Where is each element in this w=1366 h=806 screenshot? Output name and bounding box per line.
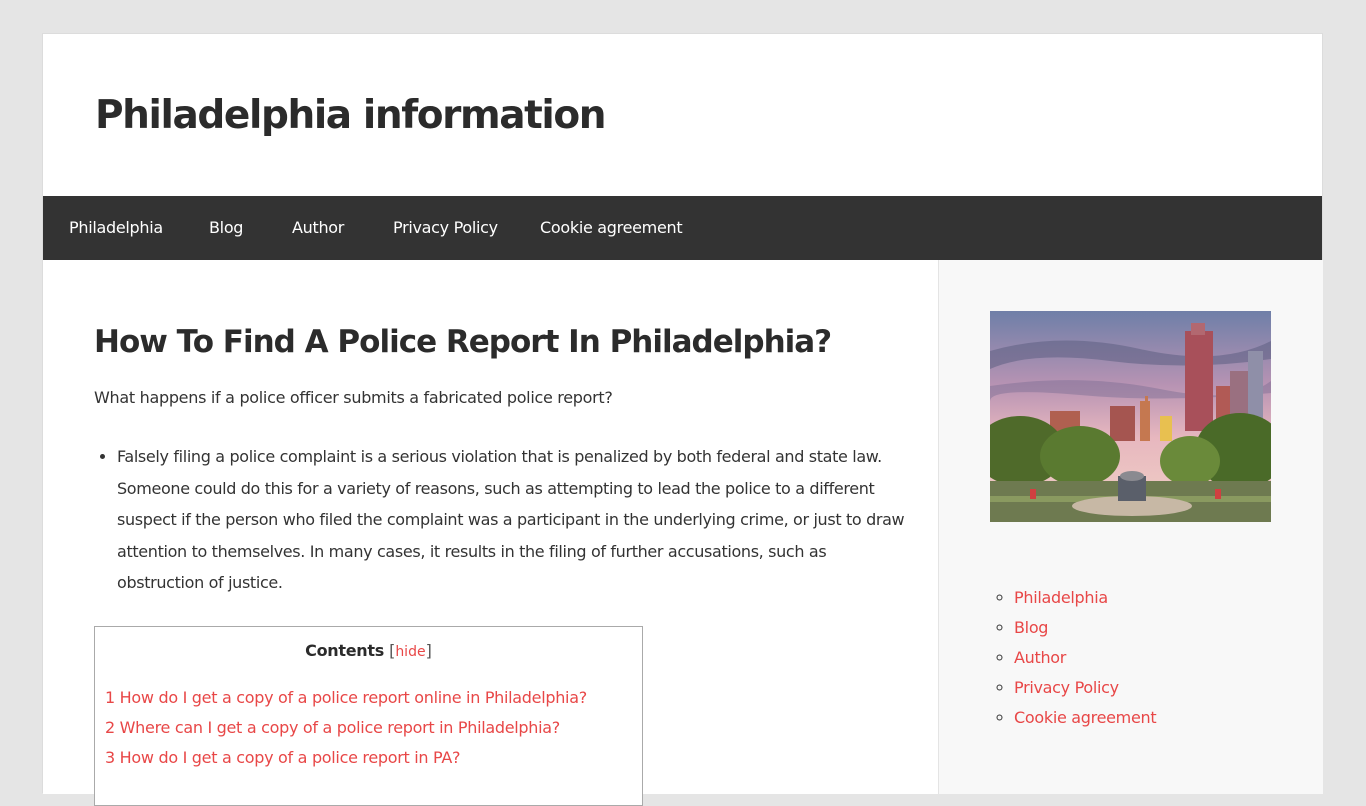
sidebar-link-label[interactable]: Philadelphia	[1014, 588, 1108, 607]
sidebar: Philadelphia Blog Author Privacy Policy …	[938, 260, 1323, 794]
sidebar-item-philadelphia[interactable]: Philadelphia	[1014, 583, 1156, 613]
nav-item-philadelphia[interactable]: Philadelphia	[69, 196, 163, 260]
post-title: How To Find A Police Report In Philadelp…	[94, 324, 832, 360]
site-title[interactable]: Philadelphia information	[95, 88, 607, 144]
sidebar-link-label[interactable]: Cookie agreement	[1014, 708, 1157, 727]
nav-item-blog[interactable]: Blog	[209, 196, 243, 260]
sidebar-link-label[interactable]: Privacy Policy	[1014, 678, 1119, 697]
sidebar-item-author[interactable]: Author	[1014, 643, 1156, 673]
page-container: Philadelphia information Philadelphia Bl…	[42, 33, 1323, 806]
nav-item-cookie-agreement[interactable]: Cookie agreement	[540, 196, 683, 260]
nav-item-privacy-policy[interactable]: Privacy Policy	[393, 196, 498, 260]
list-item: Falsely filing a police complaint is a s…	[117, 441, 917, 599]
philadelphia-skyline-image	[990, 311, 1271, 522]
toc-item-2[interactable]: 2 Where can I get a copy of a police rep…	[105, 716, 560, 740]
main-navigation: Philadelphia Blog Author Privacy Policy …	[43, 196, 1322, 260]
sidebar-pages-list: Philadelphia Blog Author Privacy Policy …	[990, 583, 1157, 733]
toc-title: Contents	[305, 641, 384, 660]
sidebar-item-blog[interactable]: Blog	[1014, 613, 1156, 643]
post-bullet-list: Falsely filing a police complaint is a s…	[94, 441, 917, 599]
toc-bracket-close: ]	[425, 641, 432, 660]
toc-item-1[interactable]: 1 How do I get a copy of a police report…	[105, 686, 587, 710]
sidebar-item-cookie-agreement[interactable]: Cookie agreement	[1014, 703, 1157, 733]
toc-header: Contents [hide]	[95, 639, 642, 664]
sidebar-link-label[interactable]: Author	[1014, 648, 1066, 667]
post-intro: What happens if a police officer submits…	[94, 388, 613, 407]
toc-hide-link[interactable]: hide	[395, 644, 425, 660]
toc-item-3[interactable]: 3 How do I get a copy of a police report…	[105, 746, 461, 770]
sidebar-item-privacy-policy[interactable]: Privacy Policy	[1014, 673, 1156, 703]
main-content: How To Find A Police Report In Philadelp…	[43, 260, 938, 806]
nav-item-author[interactable]: Author	[292, 196, 344, 260]
table-of-contents: Contents [hide] 1 How do I get a copy of…	[94, 626, 643, 806]
sidebar-link-label[interactable]: Blog	[1014, 618, 1048, 637]
